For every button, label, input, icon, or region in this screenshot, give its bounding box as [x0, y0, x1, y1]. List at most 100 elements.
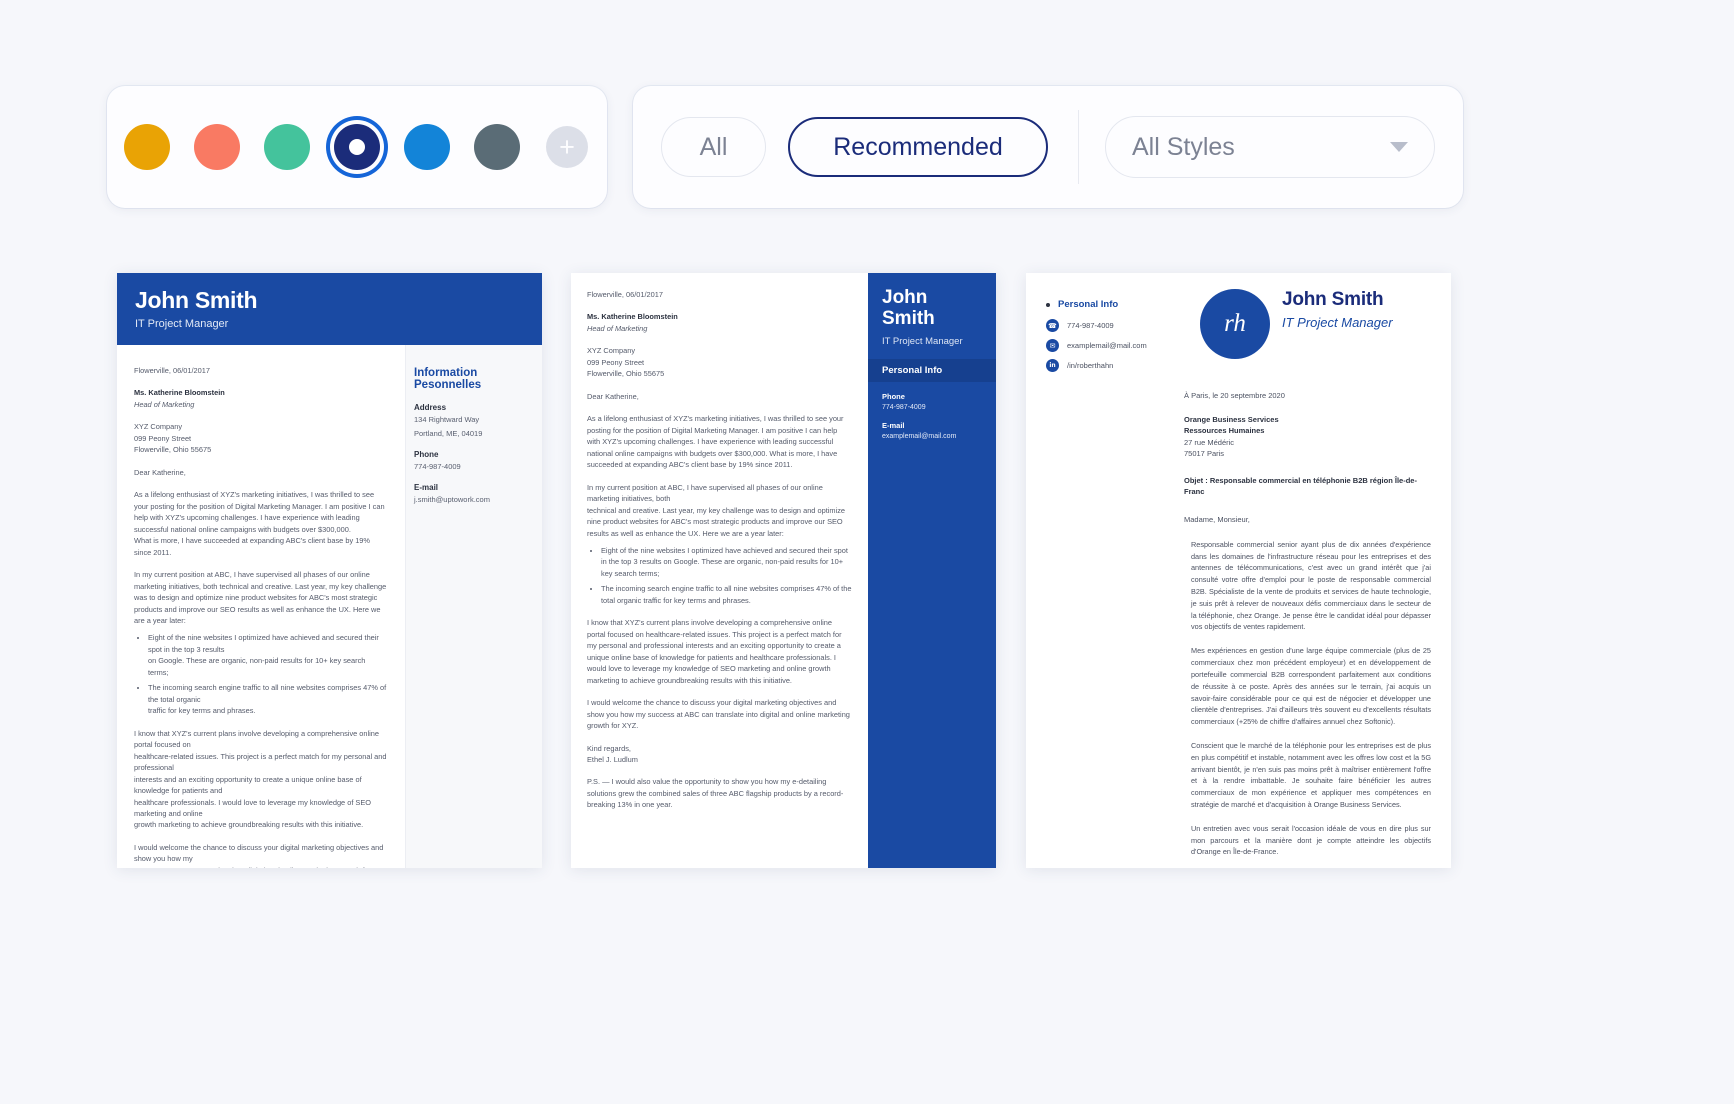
t1-bullet-2b: traffic for key terms and phrases. — [148, 706, 256, 716]
t3-company: Orange Business Services — [1184, 415, 1279, 424]
t2-signature: Ethel J. Ludlum — [587, 755, 638, 764]
t1-phone-value: 774-987-4009 — [414, 461, 461, 471]
t1-sidebar-title: Information Pesonnelles — [414, 367, 482, 391]
t3-phone-row: ☎ 774-987-4009 — [1046, 319, 1194, 332]
t1-sidebar: Information Pesonnelles Address 134 Righ… — [405, 345, 542, 868]
t1-paragraph-3b: healthcare-related issues. This project … — [134, 751, 387, 773]
plus-icon: + — [546, 126, 588, 168]
t3-contact-block: Personal Info ☎ 774-987-4009 ✉ examplema… — [1046, 289, 1194, 379]
t1-paragraph-3: I know that XYZ's current plans involve … — [134, 728, 380, 750]
t1-email-label: E-mail — [414, 482, 439, 492]
t1-paragraph-4: I would welcome the chance to discuss yo… — [134, 842, 384, 864]
t3-paragraph-3: Conscient que le marché de la téléphonie… — [1191, 740, 1431, 809]
t2-paragraph-3: I know that XYZ's current plans involve … — [587, 618, 842, 685]
t1-phone-label: Phone — [414, 449, 439, 459]
color-swatch-panel: + — [107, 86, 607, 208]
t2-city: Flowerville, Ohio 55675 — [587, 369, 665, 379]
t3-role: IT Project Manager — [1282, 315, 1393, 330]
t1-letter-main: Flowerville, 06/01/2017 Ms. Katherine Bl… — [117, 345, 405, 868]
t3-paragraph-2: Mes expériences en gestion d'une large é… — [1191, 646, 1431, 727]
t1-paragraph-2: In my current position at ABC, I have su… — [134, 570, 387, 625]
t1-paragraph-1b: What is more, I have succeeded at expand… — [134, 536, 370, 557]
color-swatch-blue[interactable] — [399, 119, 455, 175]
envelope-icon: ✉ — [1046, 339, 1059, 352]
t2-sidebar: John Smith IT Project Manager Personal I… — [868, 273, 996, 868]
t1-paragraph-4b: success at ABC can translate into digita… — [134, 865, 387, 868]
t2-paragraph-4: I would welcome the chance to discuss yo… — [587, 698, 850, 731]
color-dot — [334, 124, 380, 170]
list-item: Eight of the nine websites I optimized h… — [148, 632, 387, 678]
t2-paragraph-2b: technical and creative. Last year, my ke… — [587, 505, 845, 538]
t3-email-row: ✉ examplemail@mail.com — [1046, 339, 1194, 352]
filter-tab-recommended[interactable]: Recommended — [788, 117, 1048, 177]
t2-role: IT Project Manager — [882, 335, 963, 347]
t3-linkedin-value: /in/roberthahn — [1067, 361, 1114, 370]
t2-phone-value: 774-987-4009 — [882, 403, 926, 411]
t1-street: 099 Peony Street — [134, 433, 192, 443]
t2-company: XYZ Company — [587, 346, 636, 356]
avatar: rh — [1200, 289, 1270, 359]
phone-icon: ☎ — [1046, 319, 1059, 332]
color-dot — [474, 124, 520, 170]
t3-date: À Paris, le 20 septembre 2020 — [1184, 391, 1285, 400]
t1-paragraph-3c: interests and an exciting opportunity to… — [134, 774, 362, 796]
t3-personal-info-heading: Personal Info — [1046, 299, 1194, 310]
t2-paragraph-1: As a lifelong enthusiast of XYZ's market… — [587, 414, 844, 470]
t1-recipient-title: Head of Marketing — [134, 399, 195, 409]
t1-paragraph-1: As a lifelong enthusiast of XYZ's market… — [134, 490, 385, 534]
vertical-divider — [1078, 110, 1079, 184]
t1-recipient-name: Ms. Katherine Bloomstein — [134, 388, 225, 398]
t1-salutation: Dear Katherine, — [134, 467, 186, 477]
t1-bullet-2: The incoming search engine traffic to al… — [148, 683, 387, 704]
style-select[interactable]: All Styles — [1105, 116, 1435, 178]
template-card-1[interactable]: John Smith IT Project Manager Flowervill… — [117, 273, 542, 868]
t3-city: 75017 Paris — [1184, 448, 1225, 458]
list-item: Eight of the nine websites I optimized h… — [601, 545, 852, 579]
t2-section-title: Personal Info — [868, 358, 996, 382]
color-swatch-amber[interactable] — [119, 119, 175, 175]
list-item: The incoming search engine traffic to al… — [148, 682, 387, 716]
color-dot — [264, 124, 310, 170]
t2-body: Flowerville, 06/01/2017 Ms. Katherine Bl… — [571, 273, 996, 868]
t2-postscript: P.S. — I would also value the opportunit… — [587, 777, 844, 810]
t1-address-line-1: 134 Rightward Way — [414, 415, 480, 424]
t2-closing: Kind regards, — [587, 743, 631, 753]
t2-paragraph-2: In my current position at ABC, I have su… — [587, 482, 823, 504]
t3-personal-info-label: Personal Info — [1058, 299, 1119, 310]
t1-body: Flowerville, 06/01/2017 Ms. Katherine Bl… — [117, 345, 542, 868]
t2-street: 099 Peony Street — [587, 357, 645, 367]
t1-date: Flowerville, 06/01/2017 — [134, 366, 211, 375]
list-item: The incoming search engine traffic to al… — [601, 583, 852, 606]
t3-letter-main: À Paris, le 20 septembre 2020 Orange Bus… — [1046, 379, 1431, 868]
chevron-down-icon — [1390, 142, 1408, 152]
add-color-button[interactable]: + — [539, 119, 595, 175]
color-dot — [124, 124, 170, 170]
t1-company: XYZ Company — [134, 422, 183, 432]
t2-name-line-1: John — [882, 287, 928, 308]
t3-phone-value: 774-987-4009 — [1067, 321, 1114, 330]
color-swatch-mint[interactable] — [259, 119, 315, 175]
t1-bullet-1: Eight of the nine websites I optimized h… — [148, 633, 379, 654]
t1-address-line-2: Portland, ME, 04019 — [414, 428, 483, 438]
t3-street: 27 rue Médéric — [1184, 437, 1235, 447]
filter-tab-all[interactable]: All — [661, 117, 766, 177]
t2-achievements-list: Eight of the nine websites I optimized h… — [587, 545, 852, 606]
color-dot — [404, 124, 450, 170]
template-card-3[interactable]: Personal Info ☎ 774-987-4009 ✉ examplema… — [1026, 273, 1451, 868]
t2-salutation: Dear Katherine, — [587, 391, 639, 401]
t3-paragraph-1: Responsable commercial senior ayant plus… — [1191, 539, 1431, 632]
t2-date: Flowerville, 06/01/2017 — [587, 290, 664, 299]
t2-phone-label: Phone — [882, 391, 905, 401]
t1-role: IT Project Manager — [135, 318, 229, 330]
filter-panel: All Recommended All Styles — [633, 86, 1463, 208]
color-swatch-slate[interactable] — [469, 119, 525, 175]
color-dot — [194, 124, 240, 170]
color-swatch-coral[interactable] — [189, 119, 245, 175]
t2-recipient-name: Ms. Katherine Bloomstein — [587, 312, 678, 322]
template-card-2[interactable]: Flowerville, 06/01/2017 Ms. Katherine Bl… — [571, 273, 996, 868]
t1-city: Flowerville, Ohio 55675 — [134, 445, 212, 455]
t3-salutation: Madame, Monsieur, — [1184, 514, 1250, 524]
t3-paragraph-4: Un entretien avec vous serait l'occasion… — [1191, 823, 1431, 857]
color-swatch-navy-selected[interactable] — [329, 119, 385, 175]
bullet-dot-icon — [1046, 302, 1050, 307]
